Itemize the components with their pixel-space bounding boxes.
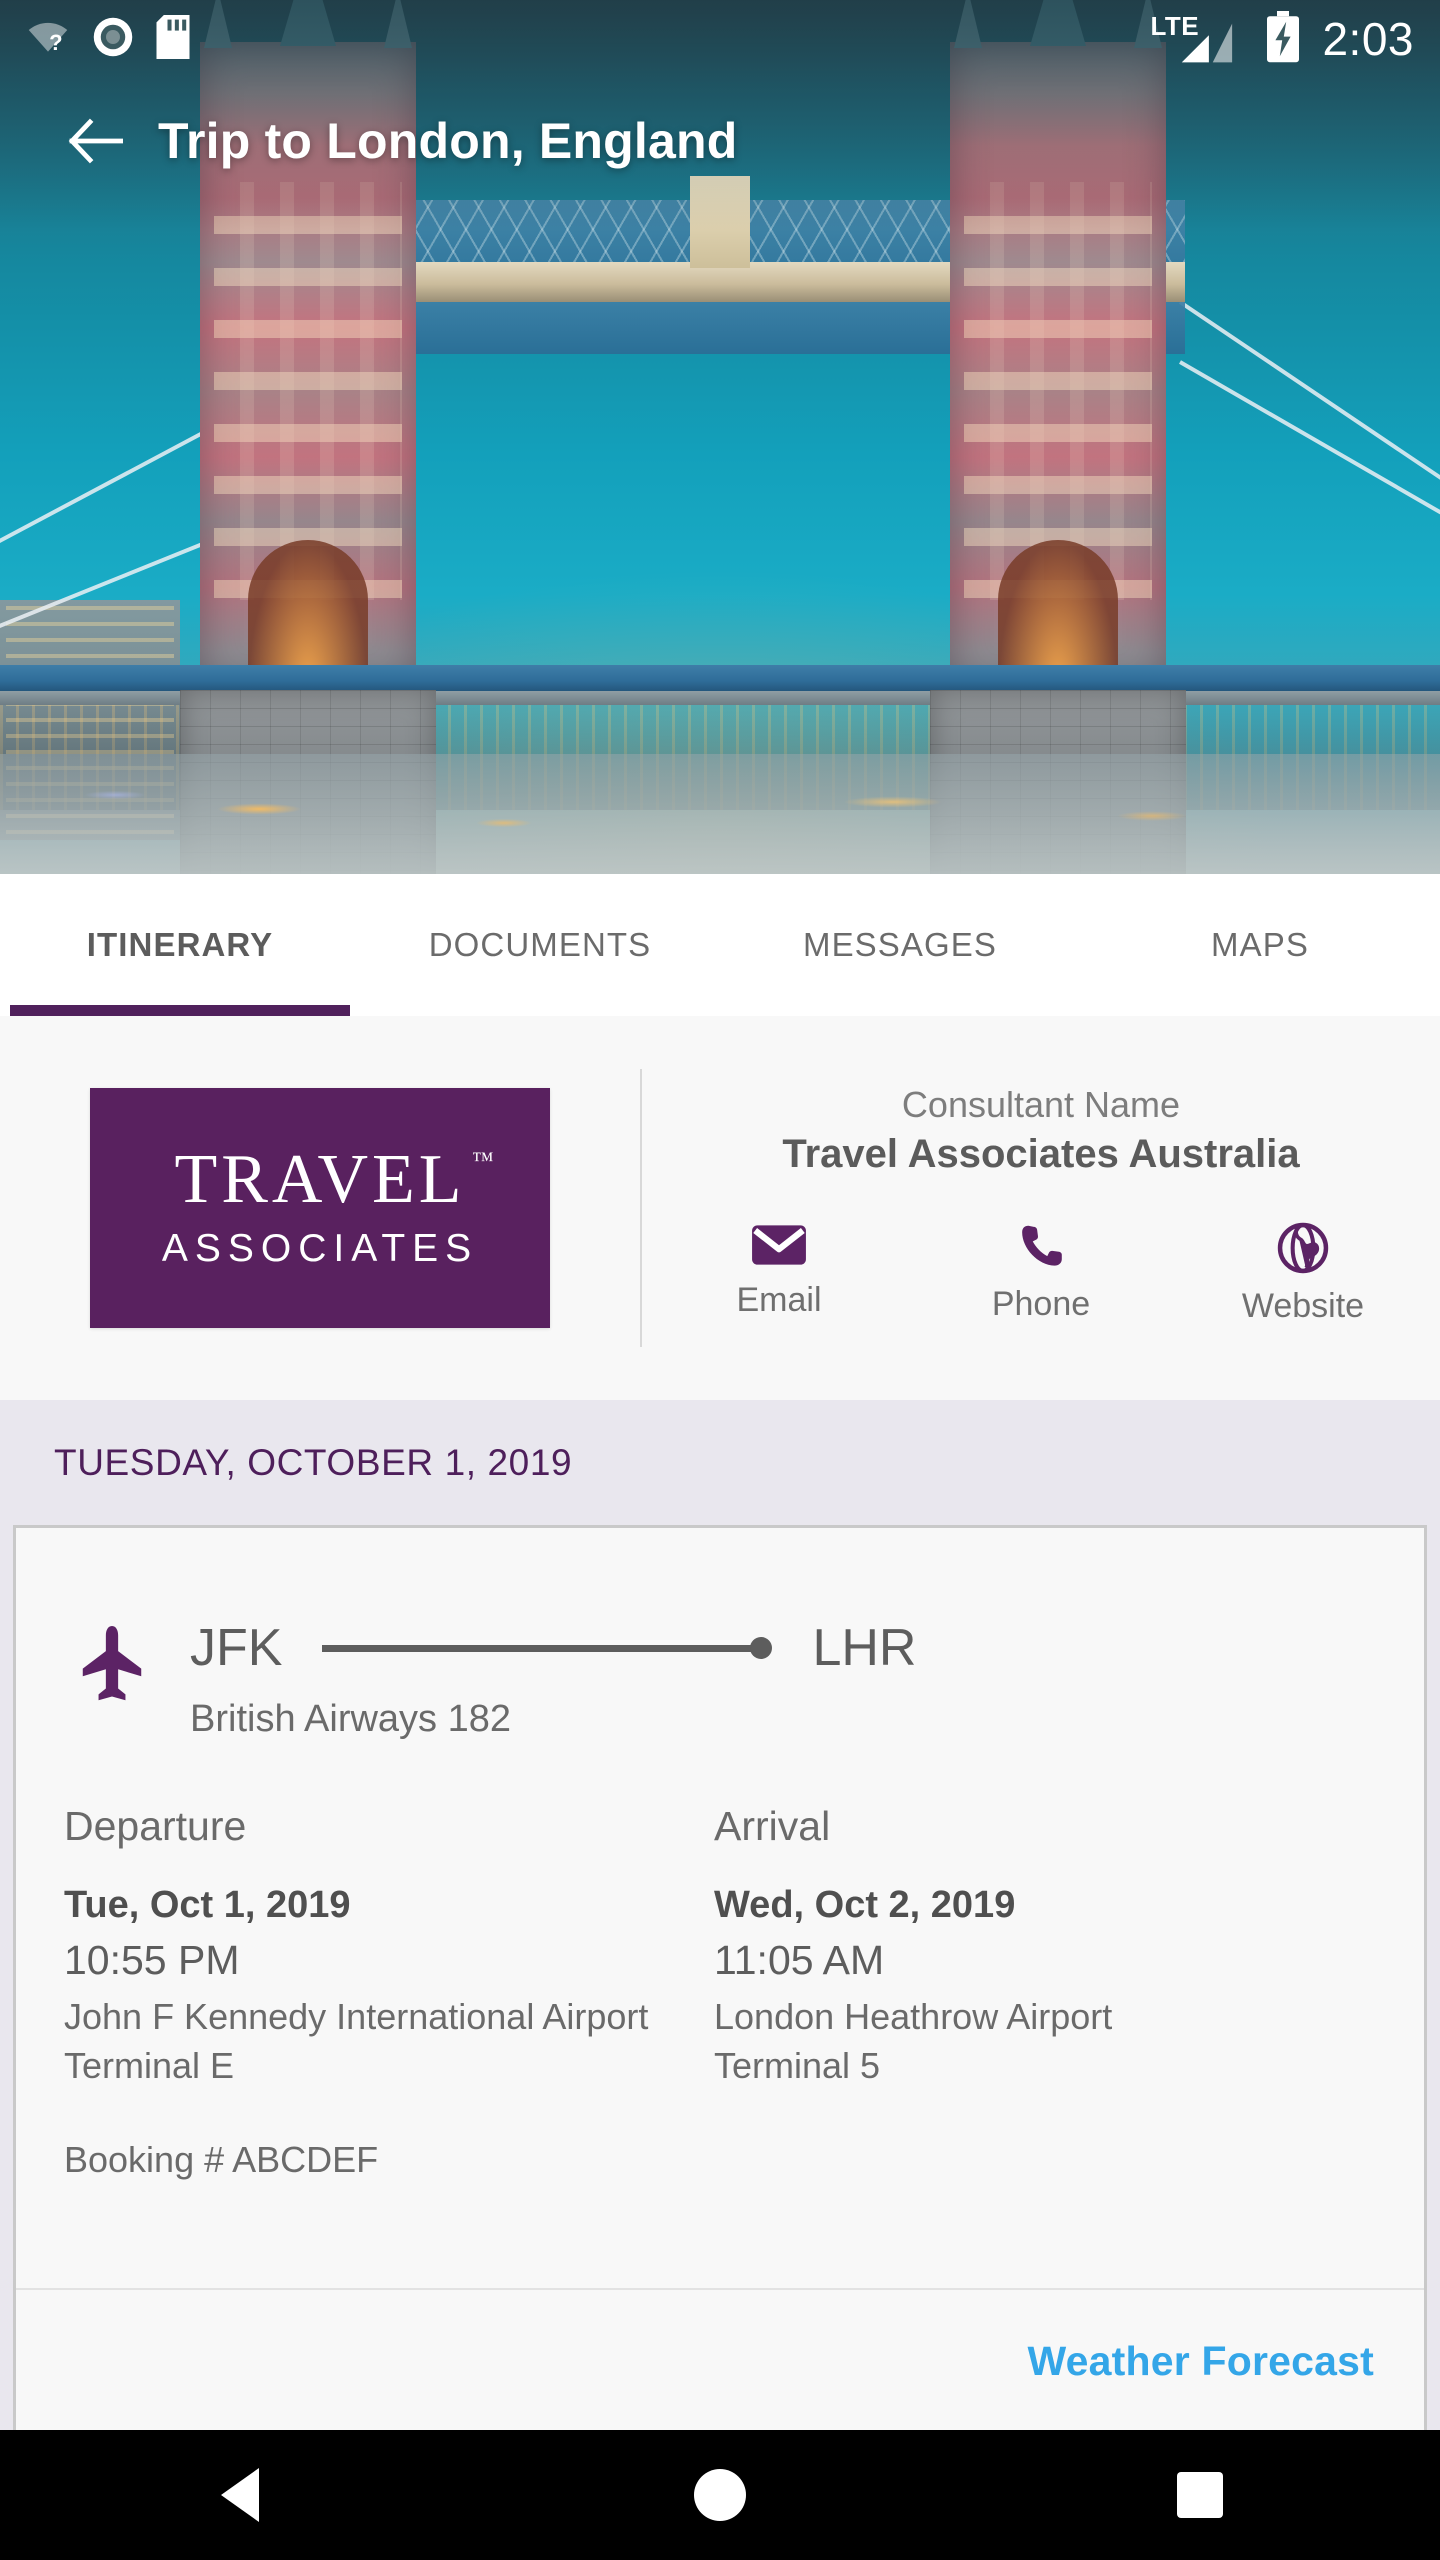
sd-card-icon <box>156 14 190 64</box>
lte-label: LTE <box>1148 11 1244 65</box>
arrival-leg: Arrival Wed, Oct 2, 2019 11:05 AM London… <box>714 1803 1364 2087</box>
phone-action-label: Phone <box>991 1285 1091 1323</box>
origin-code: JFK <box>190 1619 283 1677</box>
nav-back-button[interactable] <box>0 2468 480 2522</box>
destination-code: LHR <box>812 1619 917 1677</box>
tab-messages[interactable]: MESSAGES <box>720 874 1080 1016</box>
arrival-terminal: Terminal 5 <box>714 2045 881 2087</box>
app-bar: Trip to London, England <box>0 86 1440 196</box>
phone-icon <box>1022 1225 1062 1266</box>
tower-windows <box>214 182 402 600</box>
route-connector <box>322 1637 773 1659</box>
nav-home-button[interactable] <box>480 2469 960 2521</box>
signal-bars-icon <box>1182 23 1233 63</box>
departure-leg: Departure Tue, Oct 1, 2019 10:55 PM John… <box>64 1803 714 2087</box>
email-icon <box>752 1225 806 1265</box>
consultant-actions: Email Phone Website <box>642 1221 1440 1326</box>
tab-itinerary[interactable]: ITINERARY <box>0 874 360 1016</box>
weather-forecast-link[interactable]: Weather Forecast <box>1027 2338 1374 2385</box>
arrival-title: Arrival <box>714 1803 831 1849</box>
bridge-deck <box>0 665 1440 691</box>
back-arrow-icon <box>68 118 123 164</box>
logo-wordmark-top: TRAVEL ™ <box>174 1141 494 1218</box>
route-line <box>322 1644 753 1652</box>
flight-legs: Departure Tue, Oct 1, 2019 10:55 PM John… <box>16 1741 1424 2087</box>
tab-bar: ITINERARY DOCUMENTS MESSAGES MAPS <box>0 874 1440 1016</box>
arrival-airport: London Heathrow Airport <box>714 1996 1113 2037</box>
airline-flight-number: British Airways 182 <box>190 1698 512 1740</box>
consultant-card: TRAVEL ™ ASSOCIATES Consultant Name Trav… <box>0 1016 1440 1400</box>
globe-icon <box>1277 1222 1329 1274</box>
back-button[interactable] <box>58 104 132 178</box>
status-bar-clock: 2:03 <box>1322 13 1414 65</box>
arrival-date: Wed, Oct 2, 2019 <box>714 1884 1016 1926</box>
website-action[interactable]: Website <box>1172 1221 1434 1326</box>
nav-back-icon <box>221 2468 259 2522</box>
departure-time: 10:55 PM <box>64 1937 240 1983</box>
flight-route: JFK LHR British Airways 182 <box>16 1528 1424 1741</box>
booking-reference: Booking # ABCDEF <box>64 2139 379 2181</box>
phone-action[interactable]: Phone <box>910 1221 1172 1326</box>
battery-charging-icon <box>1264 10 1302 68</box>
itinerary-list: JFK LHR British Airways 182 Departure Tu… <box>0 1525 1440 2430</box>
departure-airport: John F Kennedy International Airport <box>64 1996 649 2037</box>
airplane-icon <box>82 1626 142 1701</box>
email-action[interactable]: Email <box>648 1221 910 1326</box>
tab-documents[interactable]: DOCUMENTS <box>360 874 720 1016</box>
departure-terminal: Terminal E <box>64 2045 235 2087</box>
route-main: JFK LHR British Airways 182 <box>160 1618 1424 1741</box>
tab-maps[interactable]: MAPS <box>1080 874 1440 1016</box>
brand-logo-wrap: TRAVEL ™ ASSOCIATES <box>0 1088 640 1328</box>
status-bar: ? LTE 2:03 <box>0 0 1440 78</box>
nav-recents-icon <box>1177 2472 1223 2518</box>
hero-water <box>0 754 1440 874</box>
flight-card[interactable]: JFK LHR British Airways 182 Departure Tu… <box>13 1525 1427 2430</box>
wifi-unknown-icon: ? <box>26 18 70 61</box>
trademark-symbol: ™ <box>471 1147 494 1172</box>
website-action-label: Website <box>1241 1287 1365 1325</box>
status-bar-left-icons: ? <box>26 14 190 64</box>
route-codes: JFK LHR <box>190 1618 1424 1678</box>
consultant-name-value: Travel Associates Australia <box>782 1132 1300 1176</box>
record-circle-icon <box>92 16 134 63</box>
nav-recents-button[interactable] <box>960 2472 1440 2518</box>
nav-home-icon <box>694 2469 746 2521</box>
logo-wordmark-bottom: ASSOCIATES <box>161 1227 479 1270</box>
arrival-time: 11:05 AM <box>714 1937 885 1983</box>
page-title: Trip to London, England <box>158 113 738 169</box>
departure-title: Departure <box>64 1803 247 1849</box>
card-footer: Weather Forecast <box>16 2290 1424 2433</box>
email-action-label: Email <box>736 1281 822 1319</box>
consultant-details: Consultant Name Travel Associates Austra… <box>642 1084 1440 1332</box>
system-nav-bar <box>0 2430 1440 2560</box>
itinerary-date-text: TUESDAY, OCTOBER 1, 2019 <box>54 1441 573 1483</box>
travel-associates-logo: TRAVEL ™ ASSOCIATES <box>90 1088 550 1328</box>
tower-windows <box>964 182 1152 600</box>
itinerary-date-header: TUESDAY, OCTOBER 1, 2019 <box>0 1400 1440 1525</box>
consultant-name-label: Consultant Name <box>901 1084 1181 1125</box>
route-endpoint-dot <box>750 1637 773 1659</box>
app-screen: ? LTE 2:03 Trip to London, England ITINE… <box>0 0 1440 2560</box>
departure-date: Tue, Oct 1, 2019 <box>64 1884 351 1926</box>
status-bar-right-icons: LTE 2:03 <box>1148 10 1414 68</box>
svg-text:?: ? <box>49 30 62 55</box>
airplane-icon-wrap <box>64 1618 160 1702</box>
